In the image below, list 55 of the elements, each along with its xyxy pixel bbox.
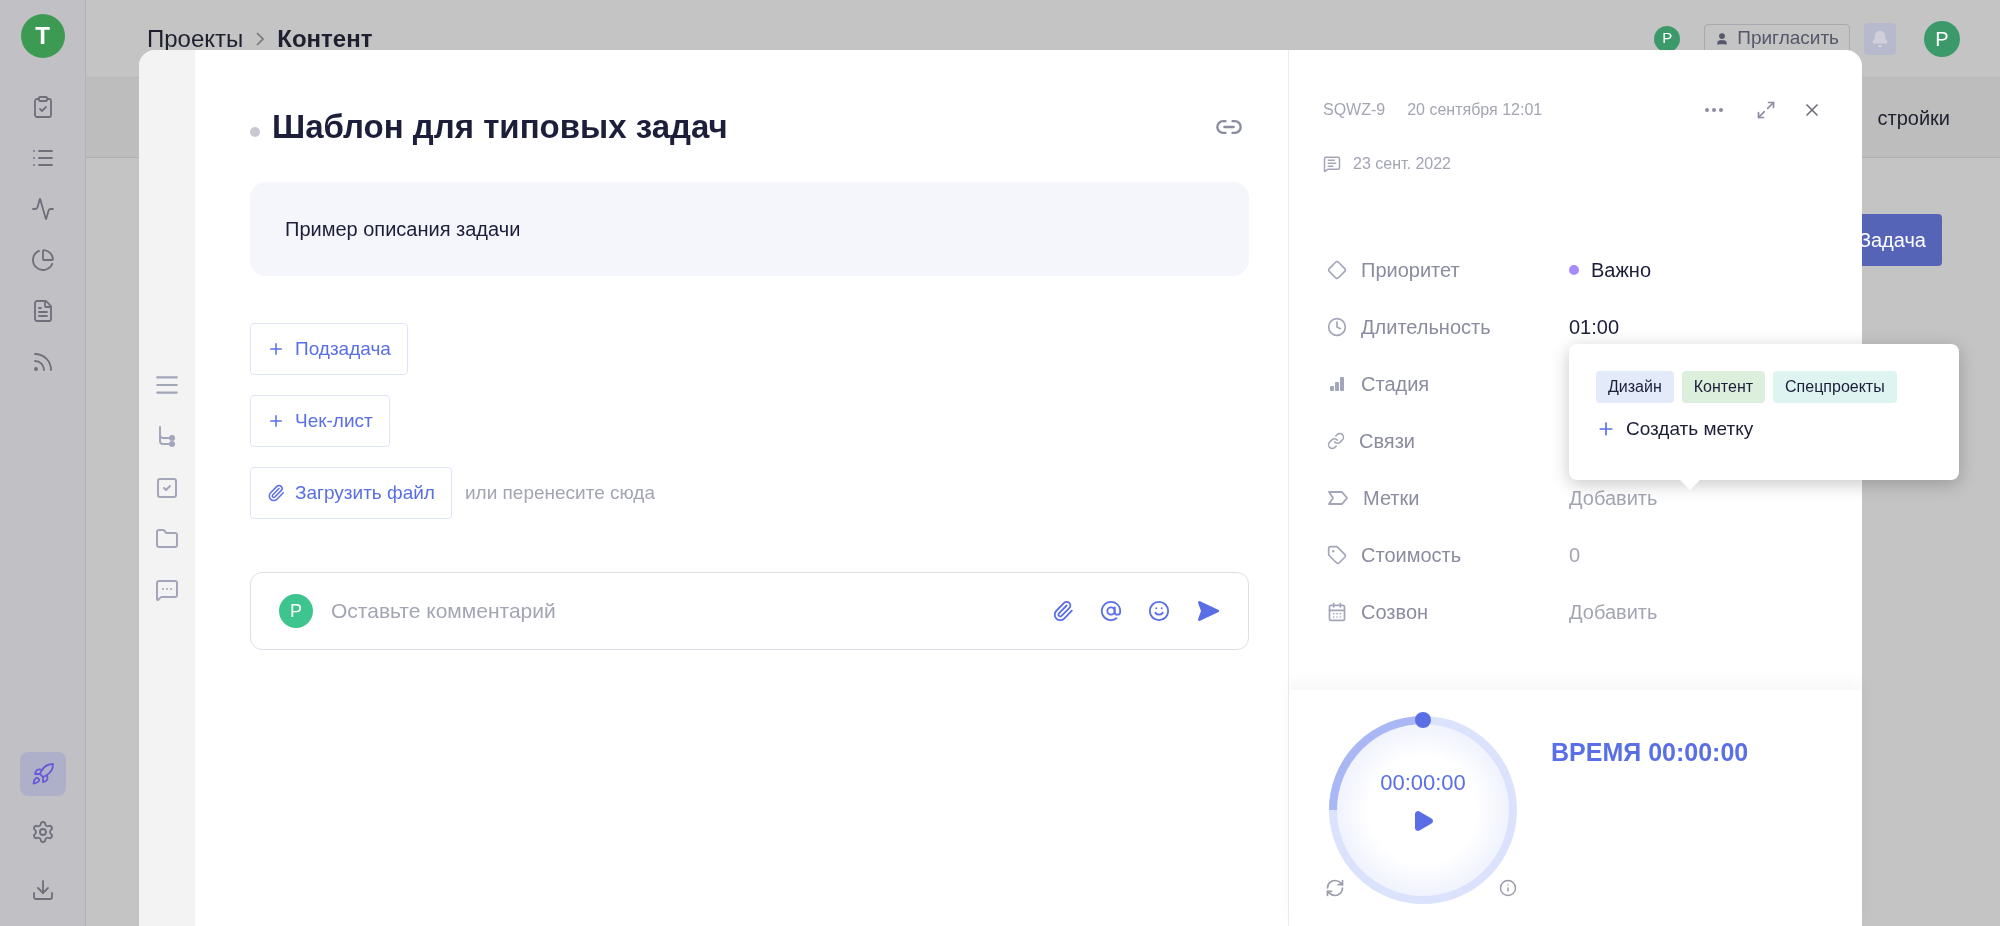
property-label: Стадия (1361, 371, 1430, 397)
plus-icon (267, 412, 285, 430)
action-button[interactable]: Чек-лист (250, 395, 390, 447)
diamond-icon (1327, 259, 1347, 280)
checklist-icon[interactable] (155, 476, 179, 500)
task-id: SQWZ-9 (1323, 100, 1386, 120)
tag-chip[interactable]: Дизайн (1596, 371, 1674, 403)
property-label: Стоимость (1361, 542, 1462, 568)
commenter-avatar: P (279, 594, 313, 628)
profile-avatar: P (1924, 20, 1960, 57)
reset-icon[interactable] (1325, 878, 1345, 898)
property-value[interactable]: 01:00 (1569, 311, 1620, 342)
property-label: Созвон (1361, 599, 1429, 625)
bell-icon (1871, 29, 1889, 48)
info-icon[interactable] (1499, 879, 1517, 897)
task-description: Пример описания задачи (285, 217, 521, 242)
comment-icon[interactable] (155, 578, 179, 602)
property-label: Приоритет (1361, 257, 1460, 283)
plus-icon (267, 340, 285, 358)
property-label: Длительность (1361, 314, 1491, 340)
person-icon (1715, 31, 1730, 46)
label-icon (1327, 488, 1349, 507)
tag-chip[interactable]: Спецпроекты (1773, 371, 1897, 403)
comment-date: 23 сент. 2022 (1353, 154, 1451, 174)
property-label: Метки (1363, 485, 1420, 511)
subtask-icon[interactable] (156, 425, 178, 449)
property-label: Связи (1359, 428, 1415, 454)
emoji-icon[interactable] (1148, 600, 1170, 622)
task-title: Шаблон для типовых задач (272, 107, 728, 148)
paperclip-icon (267, 484, 285, 502)
calendar-icon (1327, 601, 1347, 622)
timer-title: ВРЕМЯ 00:00:00 (1551, 737, 1749, 764)
expand-icon[interactable] (1756, 100, 1776, 120)
comment-date-icon (1323, 155, 1341, 173)
comment-input[interactable]: Оставьте комментарий (331, 595, 1034, 627)
user-avatar: T (20, 14, 65, 58)
property-value[interactable]: Важно (1591, 254, 1651, 285)
member-avatar: P (1654, 25, 1681, 52)
settings-tab[interactable]: стройки (1877, 102, 1950, 133)
send-icon[interactable] (1196, 599, 1220, 623)
rocket-icon[interactable] (19, 752, 66, 796)
action-button[interactable]: Подзадача (250, 323, 408, 375)
mention-icon[interactable] (1100, 600, 1122, 622)
timer-display: 00:00:00 (1380, 769, 1466, 797)
tag-chip[interactable]: Контент (1681, 371, 1766, 403)
folder-icon[interactable] (155, 527, 179, 551)
action-button[interactable]: Загрузить файл (250, 467, 452, 519)
create-tag-button[interactable]: Создать метку (1596, 415, 1754, 444)
attach-icon[interactable] (1052, 600, 1074, 622)
link-icon (1327, 431, 1345, 450)
drop-hint: или перенесите сюда (464, 480, 655, 505)
price-tag-icon (1327, 544, 1347, 565)
clock-icon (1327, 316, 1347, 337)
created-date: 20 сентября 12:01 (1407, 100, 1543, 120)
chevron-icon (256, 31, 265, 46)
